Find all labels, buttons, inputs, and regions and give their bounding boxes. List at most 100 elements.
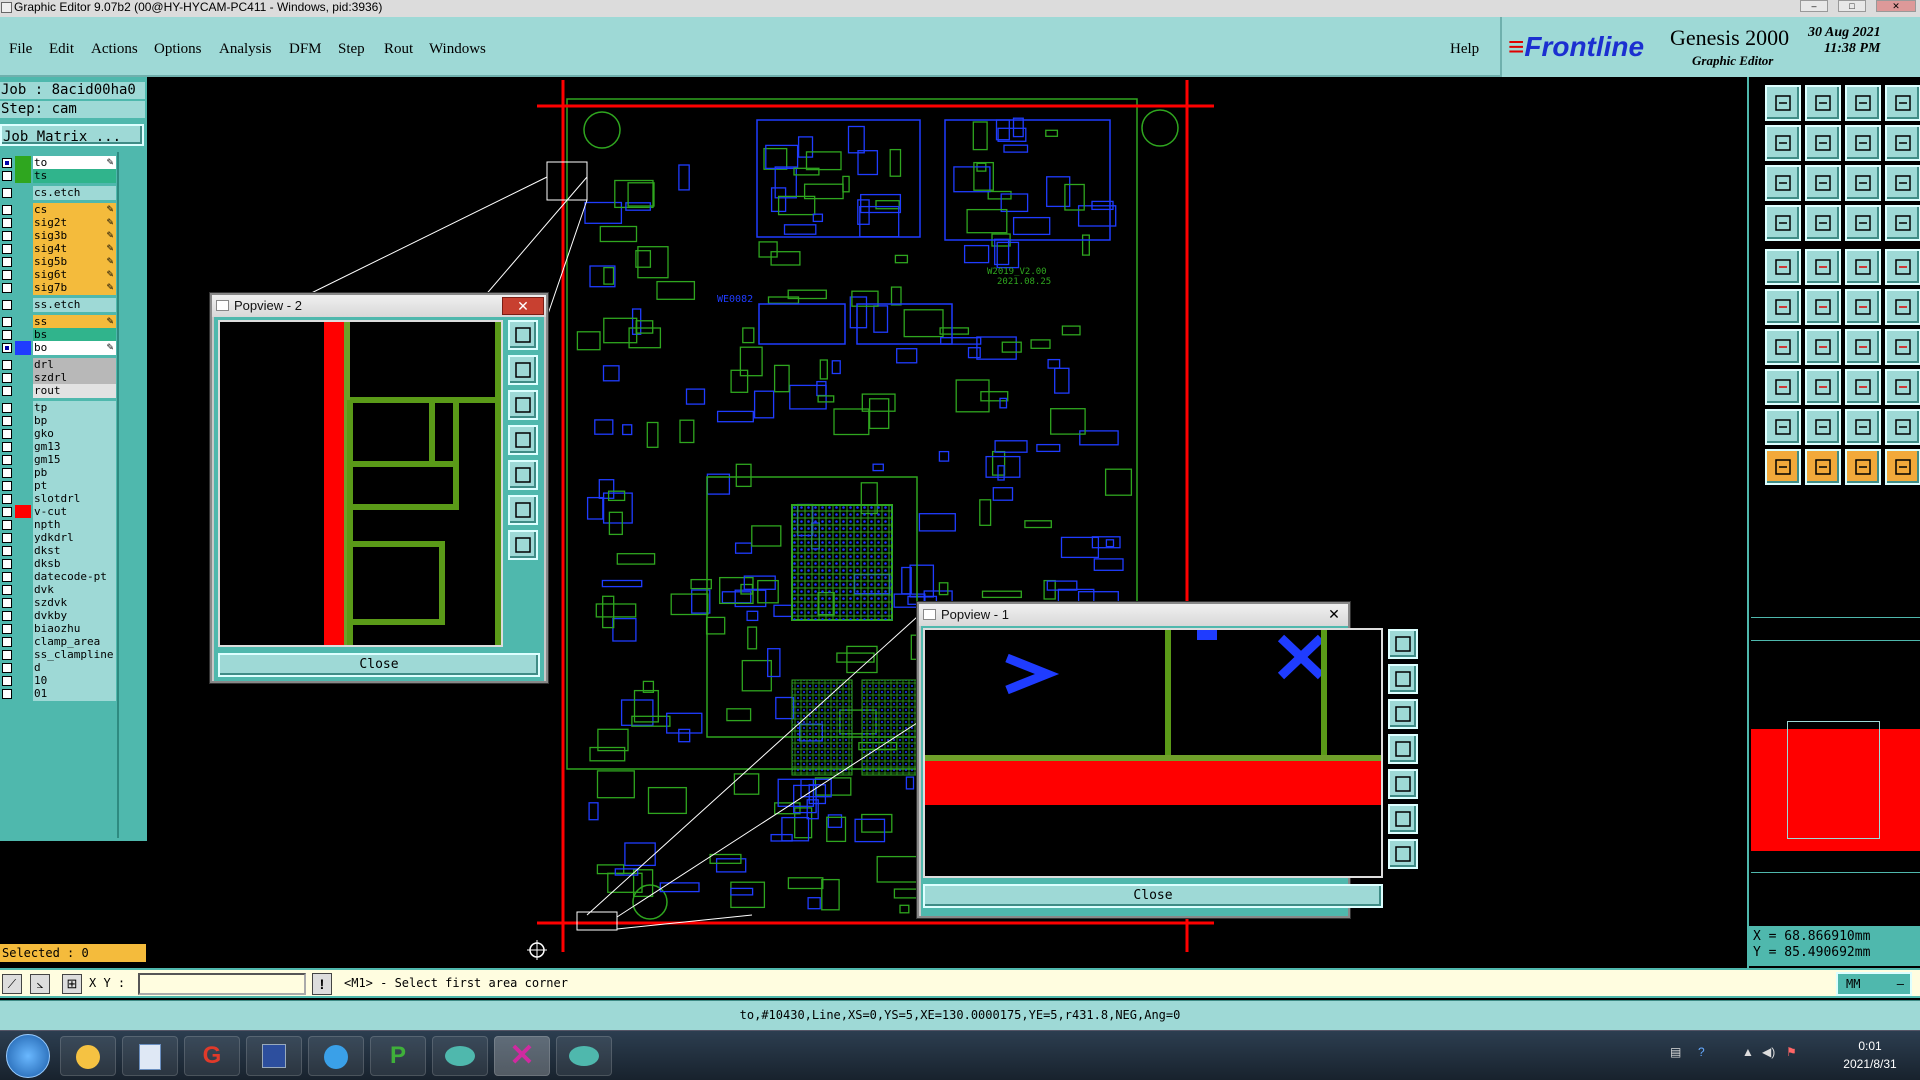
- layer-checkbox[interactable]: [2, 494, 12, 504]
- job-matrix-button[interactable]: Job Matrix ...: [0, 124, 144, 146]
- layer-row-ss-clampline[interactable]: ss_clampline: [0, 648, 116, 662]
- tool-triangle-1-icon[interactable]: [1765, 409, 1801, 445]
- layer-checkbox[interactable]: [2, 624, 12, 634]
- tool-pointer-3-icon[interactable]: [1845, 449, 1881, 485]
- popview-center-icon[interactable]: [1388, 839, 1418, 869]
- layer-checkbox[interactable]: [2, 585, 12, 595]
- tool-line-icon[interactable]: [1765, 329, 1801, 365]
- popview-pan-right-icon[interactable]: [508, 460, 538, 490]
- layer-checkbox[interactable]: [2, 386, 12, 396]
- layer-row-01[interactable]: 01: [0, 687, 116, 701]
- popview-1-close-button[interactable]: Close: [923, 884, 1383, 908]
- taskbar-app-bird-icon[interactable]: [308, 1036, 364, 1076]
- taskbar-app-eye-icon[interactable]: [432, 1036, 488, 1076]
- measure-icon[interactable]: ⦣: [30, 974, 50, 994]
- layer-checkbox[interactable]: [2, 689, 12, 699]
- tool-copy-icon[interactable]: [1885, 369, 1920, 405]
- layer-checkbox[interactable]: [2, 205, 12, 215]
- popview-zoom-home-icon[interactable]: [508, 355, 538, 385]
- tool-help-icon[interactable]: [1885, 165, 1920, 201]
- tool-grid-icon[interactable]: [1805, 205, 1841, 241]
- taskbar-save-icon[interactable]: [246, 1036, 302, 1076]
- layer-checkbox[interactable]: [2, 270, 12, 280]
- menu-help[interactable]: Help: [1450, 41, 1479, 58]
- tool-undo-icon[interactable]: [1845, 125, 1881, 161]
- layer-row-dksb[interactable]: dksb: [0, 557, 116, 571]
- layer-row-cs-etch[interactable]: cs.etch: [0, 186, 116, 200]
- layer-row-slotdrl[interactable]: slotdrl: [0, 492, 116, 506]
- tool-netlist-icon[interactable]: [1885, 205, 1920, 241]
- layer-row-sig2t[interactable]: sig2t ✎: [0, 216, 116, 230]
- tool-triangle-2-icon[interactable]: [1805, 409, 1841, 445]
- tool-center-icon[interactable]: [1805, 165, 1841, 201]
- layer-checkbox[interactable]: [2, 218, 12, 228]
- tray-volume-icon[interactable]: ◀): [1762, 1045, 1775, 1059]
- menu-windows[interactable]: Windows: [429, 41, 486, 58]
- popview-center-icon[interactable]: [508, 530, 538, 560]
- layer-checkbox[interactable]: [2, 572, 12, 582]
- layer-row-gko[interactable]: gko: [0, 427, 116, 441]
- layer-checkbox[interactable]: [2, 598, 12, 608]
- tool-triangle-4-icon[interactable]: [1885, 409, 1920, 445]
- layer-row-tp[interactable]: tp: [0, 401, 116, 415]
- layer-checkbox[interactable]: [2, 231, 12, 241]
- layer-checkbox[interactable]: [2, 416, 12, 426]
- tool-zoom-in-icon[interactable]: [1805, 85, 1841, 121]
- snap-icon[interactable]: ⟋: [2, 974, 22, 994]
- tool-redo-icon[interactable]: [1885, 125, 1920, 161]
- popview-fit-icon[interactable]: [1388, 804, 1418, 834]
- layer-row-rout[interactable]: rout: [0, 384, 116, 398]
- taskbar-app-1-icon[interactable]: [60, 1036, 116, 1076]
- tool-zoom-out-icon[interactable]: [1845, 85, 1881, 121]
- menu-options[interactable]: Options: [154, 41, 202, 58]
- popview-2-viewport[interactable]: [218, 320, 503, 647]
- taskbar-app-eye2-icon[interactable]: [556, 1036, 612, 1076]
- tray-network-icon[interactable]: ▤: [1670, 1045, 1681, 1059]
- tray-flag-icon[interactable]: ⚑: [1786, 1045, 1797, 1059]
- taskbar-app-g-icon[interactable]: G: [184, 1036, 240, 1076]
- popview-2-close-button[interactable]: Close: [218, 653, 540, 677]
- popview-pan-left-icon[interactable]: [1388, 734, 1418, 764]
- popview-zoom-in-icon[interactable]: [1388, 629, 1418, 659]
- layer-row-bp[interactable]: bp: [0, 414, 116, 428]
- maximize-button[interactable]: □: [1838, 0, 1866, 12]
- layer-row-sig6t[interactable]: sig6t ✎: [0, 268, 116, 282]
- layer-checkbox[interactable]: [2, 317, 12, 327]
- popview-1-close-x[interactable]: ✕: [1313, 606, 1355, 624]
- tool-pointer-2-icon[interactable]: [1805, 449, 1841, 485]
- layer-checkbox[interactable]: [2, 188, 12, 198]
- layer-checkbox[interactable]: [2, 507, 12, 517]
- layer-checkbox[interactable]: [2, 373, 12, 383]
- layer-checkbox[interactable]: [2, 429, 12, 439]
- window-close-button[interactable]: ✕: [1876, 0, 1916, 12]
- menu-dfm[interactable]: DFM: [289, 41, 322, 58]
- tool-arc-icon[interactable]: [1845, 329, 1881, 365]
- layer-row-npth[interactable]: npth: [0, 518, 116, 532]
- tool-scale-icon[interactable]: [1845, 165, 1881, 201]
- layer-checkbox[interactable]: [2, 520, 12, 530]
- layer-checkbox[interactable]: [2, 559, 12, 569]
- graphic-canvas[interactable]: WE0082 W2019_V2.00 2021.08.25 Popview - …: [147, 77, 1747, 968]
- layer-checkbox[interactable]: [2, 533, 12, 543]
- layer-checkbox[interactable]: [2, 283, 12, 293]
- tool-fill-icon[interactable]: [1885, 329, 1920, 365]
- layer-checkbox[interactable]: [2, 481, 12, 491]
- layer-checkbox[interactable]: [2, 343, 12, 353]
- layer-row-gm13[interactable]: gm13: [0, 440, 116, 454]
- layer-row-sig3b[interactable]: sig3b ✎: [0, 229, 116, 243]
- layer-row-dkst[interactable]: dkst: [0, 544, 116, 558]
- taskbar-clock[interactable]: 0:01 2021/8/31: [1830, 1037, 1910, 1073]
- layer-row-pt[interactable]: pt: [0, 479, 116, 493]
- layer-checkbox[interactable]: [2, 257, 12, 267]
- tool-add-shape-icon[interactable]: [1845, 369, 1881, 405]
- tool-add-pad-icon[interactable]: [1765, 369, 1801, 405]
- layer-checkbox[interactable]: [2, 676, 12, 686]
- popview-1-viewport[interactable]: [923, 628, 1383, 878]
- layer-row-cs[interactable]: cs ✎: [0, 203, 116, 217]
- layer-checkbox[interactable]: [2, 360, 12, 370]
- tray-arrow-icon[interactable]: ▲: [1742, 1045, 1754, 1059]
- layer-checkbox[interactable]: [2, 171, 12, 181]
- taskbar-notepad-icon[interactable]: [122, 1036, 178, 1076]
- popview-zoom-home-icon[interactable]: [1388, 664, 1418, 694]
- layer-row-sig4t[interactable]: sig4t ✎: [0, 242, 116, 256]
